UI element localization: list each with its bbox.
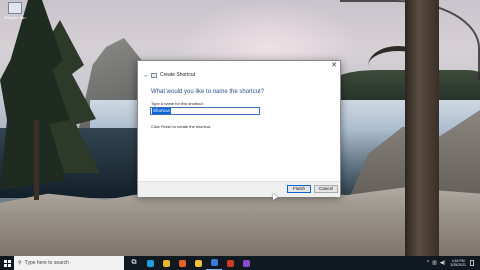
windows-logo-icon <box>3 259 11 267</box>
finish-hint: Click Finish to create the shortcut. <box>151 124 212 129</box>
close-icon[interactable]: ✕ <box>331 62 337 70</box>
chrome-glyph <box>162 259 170 267</box>
network-icon[interactable]: ▥ <box>432 260 437 266</box>
app-icon[interactable] <box>238 256 254 270</box>
wallpaper-tree-trunk <box>405 0 439 256</box>
shortcut-name-input[interactable]: Shortcut <box>150 107 260 115</box>
selected-text: Shortcut <box>152 108 171 114</box>
wallpaper-tree-trunk <box>34 120 39 200</box>
cancel-button[interactable]: Cancel <box>314 185 338 193</box>
volume-icon[interactable]: ◀) <box>440 260 446 266</box>
taskbar-search-box[interactable]: ⚲ Type here to search <box>14 256 124 270</box>
notification-icon[interactable] <box>470 260 474 266</box>
task-view-icon[interactable]: ⧉ <box>126 256 142 270</box>
back-arrow-icon[interactable]: ← <box>143 72 150 79</box>
finish-button[interactable]: Finish <box>287 185 311 193</box>
edge-icon[interactable] <box>142 256 158 270</box>
search-placeholder: Type here to search <box>24 260 69 266</box>
dialog-question: What would you like to name the shortcut… <box>151 89 265 95</box>
mail-icon[interactable] <box>222 256 238 270</box>
store-icon[interactable] <box>206 256 222 270</box>
clock-date: 3/25/2021 <box>450 263 466 267</box>
taskbar-clock[interactable]: 4:18 PM 3/25/2021 <box>450 259 466 268</box>
app-glyph <box>242 259 250 267</box>
wizard-title: Create Shortcut <box>160 72 196 78</box>
file-explorer-icon[interactable] <box>190 256 206 270</box>
create-shortcut-dialog: ✕ ← Create Shortcut What would you like … <box>137 60 341 197</box>
shortcut-wizard-icon <box>151 73 157 78</box>
dialog-titlebar: ✕ <box>138 61 340 71</box>
desktop-icon-label: Recycle Bin <box>4 15 26 20</box>
taskbar: ⚲ Type here to search ⧉ ^ ▥ ◀) 4:18 PM 3… <box>0 256 480 270</box>
chevron-up-icon[interactable]: ^ <box>427 260 429 266</box>
system-tray: ^ ▥ ◀) 4:18 PM 3/25/2021 <box>424 256 480 270</box>
firefox-glyph <box>178 259 186 267</box>
desktop-icon-recycle-bin[interactable]: Recycle Bin <box>4 2 26 20</box>
search-icon: ⚲ <box>18 260 22 266</box>
recycle-bin-icon <box>8 2 22 14</box>
start-button[interactable] <box>0 256 14 270</box>
firefox-icon[interactable] <box>174 256 190 270</box>
taskbar-pinned-apps: ⧉ <box>126 256 254 270</box>
store-glyph <box>210 259 218 266</box>
edge-glyph <box>146 259 154 267</box>
mail-glyph <box>226 259 234 267</box>
chrome-icon[interactable] <box>158 256 174 270</box>
file-explorer-glyph <box>194 259 202 267</box>
